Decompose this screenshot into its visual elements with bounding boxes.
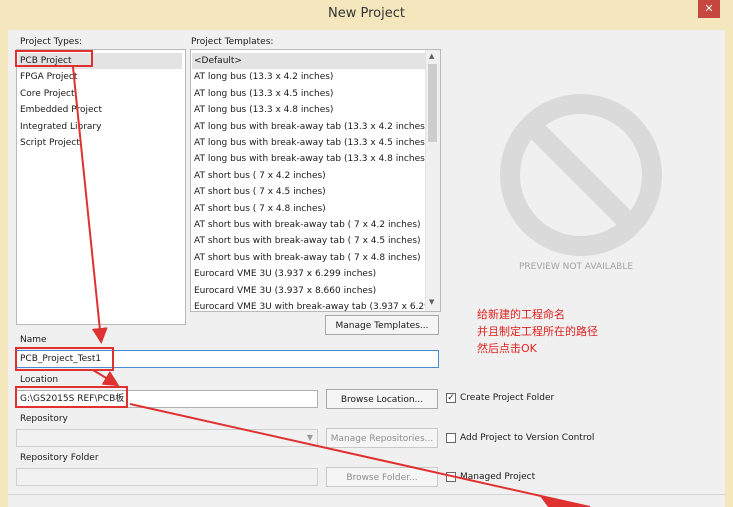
arrow-to-ok xyxy=(129,403,591,507)
arrow-to-location xyxy=(92,369,120,387)
annotation-arrows xyxy=(72,66,591,507)
arrow-to-name xyxy=(72,66,108,344)
